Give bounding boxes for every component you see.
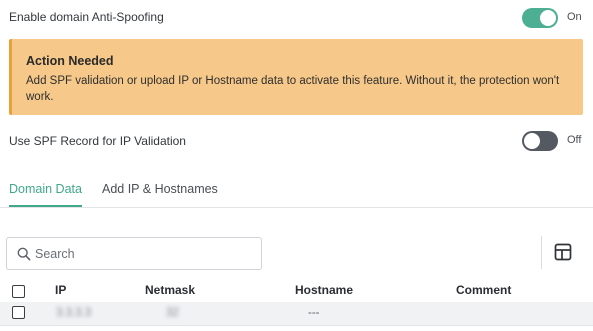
column-header-netmask[interactable]: Netmask (145, 283, 195, 297)
toggle-knob (540, 10, 556, 26)
toggle-knob (524, 133, 540, 149)
tab-bar: Domain Data Add IP & Hostnames (0, 176, 593, 208)
column-header-hostname[interactable]: Hostname (295, 283, 353, 297)
table-row[interactable]: 3.3.3.3 32 --- (0, 302, 593, 326)
row-checkbox[interactable] (12, 306, 25, 319)
search-input[interactable] (35, 238, 255, 269)
search-box (6, 237, 262, 270)
table-columns-icon[interactable] (553, 242, 573, 262)
spf-toggle[interactable] (522, 131, 558, 151)
spf-state: Off (567, 134, 582, 146)
cell-netmask: 32 (166, 307, 179, 319)
select-all-checkbox[interactable] (12, 285, 25, 298)
column-header-comment[interactable]: Comment (456, 283, 511, 297)
cell-hostname: --- (308, 307, 320, 319)
anti-spoofing-state: On (567, 11, 582, 23)
spf-row: Use SPF Record for IP Validation Off (0, 130, 593, 152)
search-icon (17, 247, 31, 261)
alert-body: Add SPF validation or upload IP or Hostn… (26, 75, 560, 103)
tab-add-ip-hostnames[interactable]: Add IP & Hostnames (102, 182, 218, 205)
table-header: IP Netmask Hostname Comment (0, 281, 593, 301)
anti-spoofing-toggle[interactable] (522, 8, 558, 28)
column-header-ip[interactable]: IP (55, 283, 66, 297)
action-needed-alert: Action Needed Add SPF validation or uplo… (9, 39, 583, 115)
anti-spoofing-label: Enable domain Anti-Spoofing (9, 10, 164, 24)
anti-spoofing-row: Enable domain Anti-Spoofing On (0, 6, 593, 28)
spf-label: Use SPF Record for IP Validation (9, 134, 186, 148)
toolbar-divider (541, 236, 542, 269)
alert-title: Action Needed (26, 54, 114, 68)
tab-domain-data[interactable]: Domain Data (9, 182, 82, 207)
cell-ip: 3.3.3.3 (56, 307, 92, 319)
